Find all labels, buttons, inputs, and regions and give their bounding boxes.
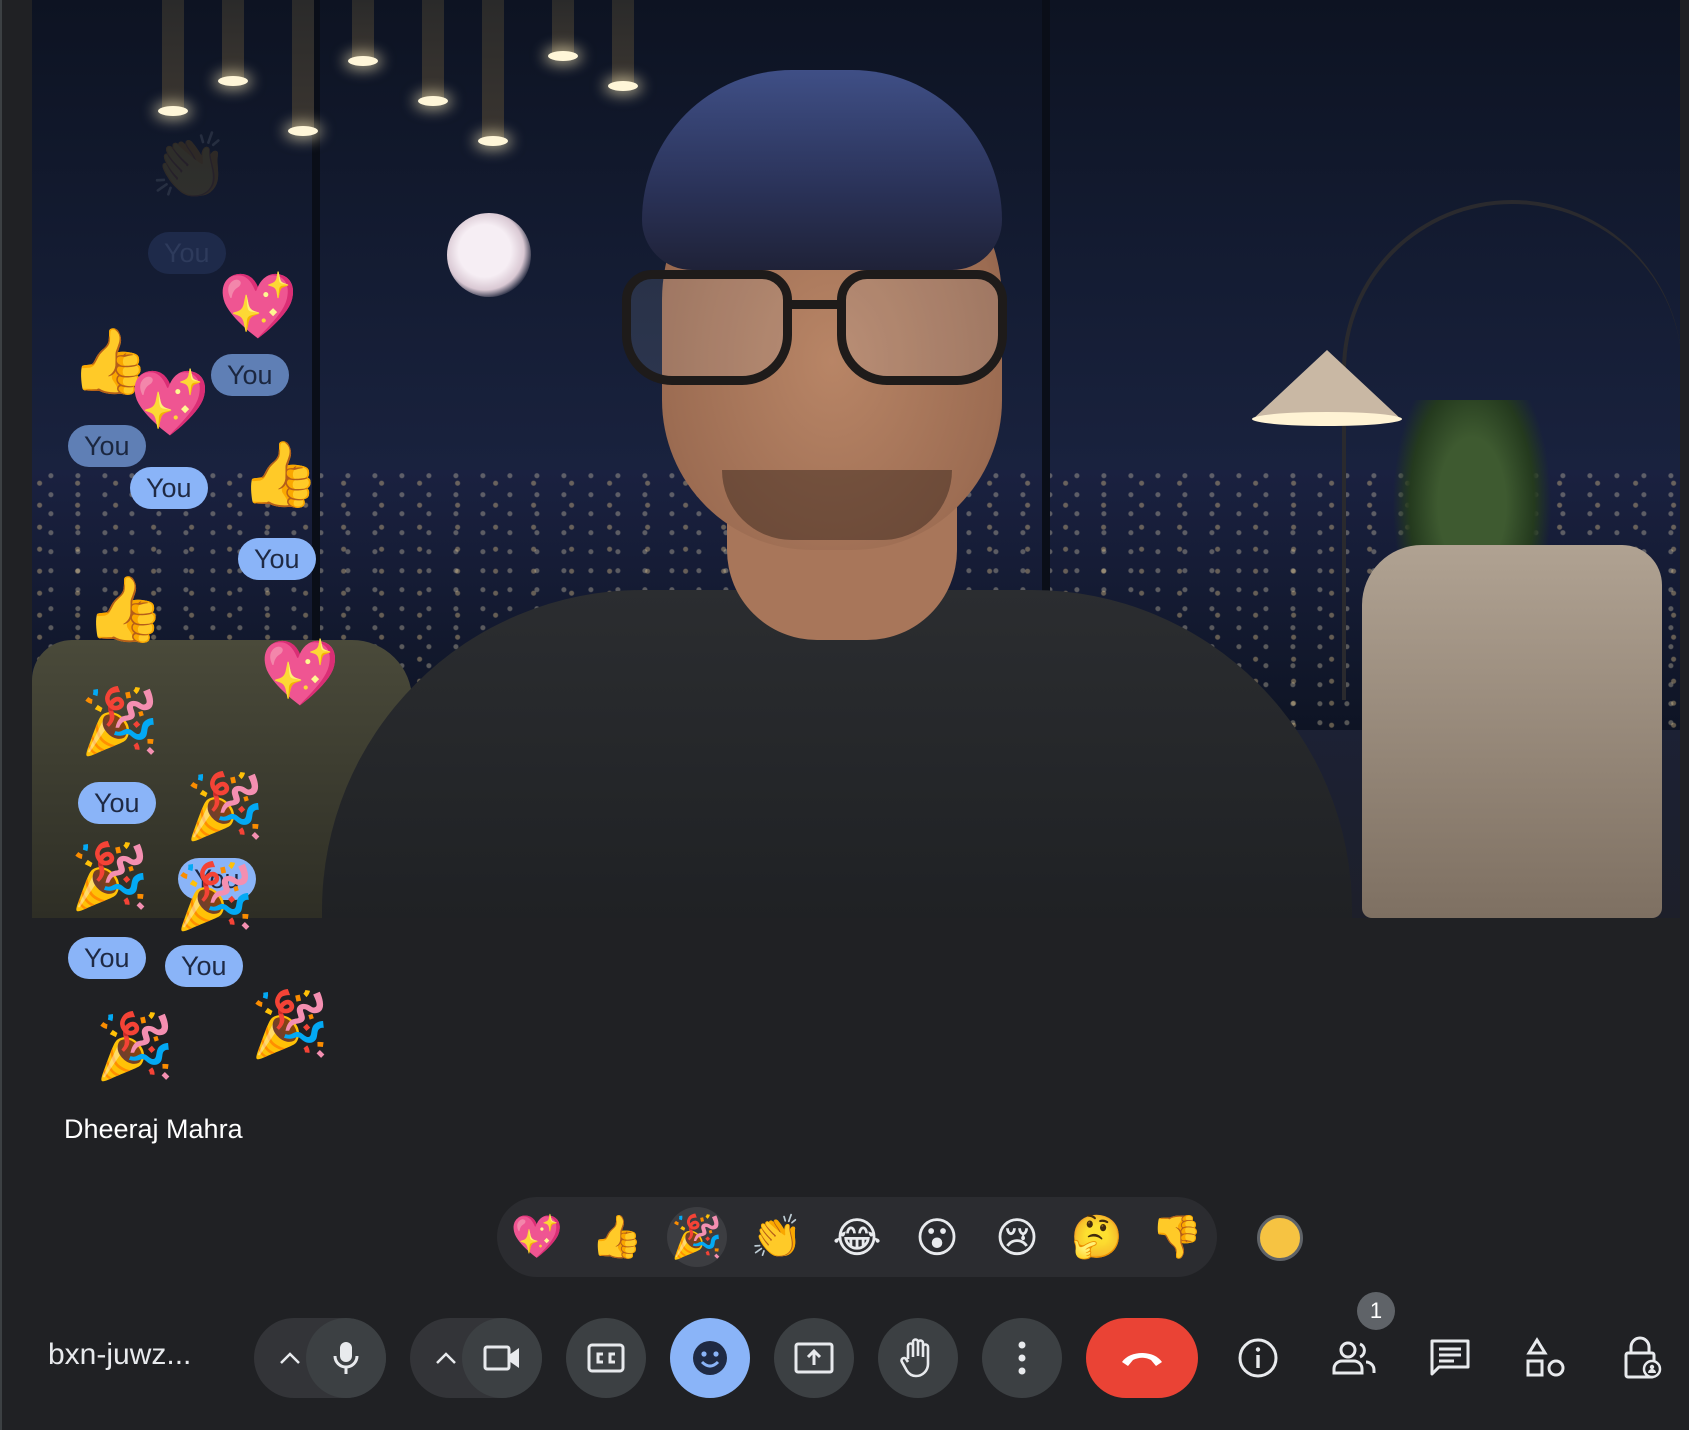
reaction-option-thumbs-up[interactable]: 👍	[587, 1207, 647, 1267]
glasses-lens-right	[837, 270, 1007, 385]
reaction-option-sparkling-heart[interactable]: 💖	[507, 1207, 567, 1267]
people-count-badge: 1	[1357, 1292, 1395, 1330]
meeting-details-button[interactable]	[1218, 1318, 1298, 1398]
window-edge	[0, 0, 2, 1430]
host-controls-button[interactable]	[1602, 1318, 1682, 1398]
reaction-emoji: 👏	[150, 130, 230, 204]
background-armchair	[1362, 545, 1662, 918]
reaction-sender-chip: You	[148, 232, 226, 274]
chat-icon	[1429, 1338, 1471, 1378]
captions-button[interactable]	[566, 1318, 646, 1398]
reaction-emoji: 👍	[85, 573, 165, 647]
reaction-option-party-popper[interactable]: 🎉	[667, 1207, 727, 1267]
microphone-button[interactable]	[306, 1318, 386, 1398]
reaction-option-thinking[interactable]: 🤔	[1067, 1207, 1127, 1267]
reaction-emoji: 🎉	[80, 685, 160, 759]
background-pendant-light	[548, 0, 578, 61]
raise-hand-button[interactable]	[878, 1318, 958, 1398]
leave-call-button[interactable]	[1086, 1318, 1198, 1398]
skin-tone-picker-button[interactable]	[1257, 1215, 1303, 1261]
reactions-button[interactable]	[670, 1318, 750, 1398]
reaction-emoji: 🎉	[175, 860, 255, 934]
participant-person	[322, 70, 1352, 918]
reaction-emoji: 🎉	[185, 770, 265, 844]
reaction-picker: 💖 👍 🎉 👏 😂 😮 😢 🤔 👎	[497, 1197, 1217, 1277]
activities-button[interactable]	[1506, 1318, 1586, 1398]
person-beard	[722, 470, 952, 540]
background-pendant-light	[348, 0, 378, 66]
people-button[interactable]	[1314, 1318, 1394, 1398]
reaction-emoji: 💖	[218, 270, 298, 344]
glasses-lens-left	[622, 270, 792, 385]
reaction-emoji: 🎉	[95, 1010, 175, 1084]
reaction-emoji: 💖	[130, 367, 210, 441]
reaction-option-thumbs-down[interactable]: 👎	[1147, 1207, 1207, 1267]
end-call-icon	[1118, 1347, 1166, 1369]
reaction-sender-chip: You	[165, 945, 243, 987]
reaction-sender-chip: You	[238, 538, 316, 580]
audio-settings-group	[254, 1318, 386, 1398]
people-icon	[1331, 1340, 1377, 1376]
reaction-sender-chip: You	[211, 354, 289, 396]
video-settings-group	[410, 1318, 542, 1398]
reaction-sender-chip: You	[78, 782, 156, 824]
present-icon	[794, 1342, 834, 1374]
chat-button[interactable]	[1410, 1318, 1490, 1398]
activities-icon	[1525, 1337, 1567, 1379]
info-icon	[1237, 1337, 1279, 1379]
emoji-icon	[690, 1338, 730, 1378]
reaction-option-clapping[interactable]: 👏	[747, 1207, 807, 1267]
participant-name-label: Dheeraj Mahra	[64, 1114, 243, 1144]
person-glasses	[622, 270, 1012, 390]
host-controls-icon	[1622, 1336, 1662, 1380]
background-pendant-light	[158, 0, 188, 116]
camera-button[interactable]	[462, 1318, 542, 1398]
present-screen-button[interactable]	[774, 1318, 854, 1398]
raise-hand-icon	[900, 1337, 936, 1379]
meeting-code[interactable]: bxn-juwz...	[48, 1338, 191, 1372]
background-pendant-light	[288, 0, 318, 136]
reaction-sender-chip: You	[130, 467, 208, 509]
reaction-option-laughing[interactable]: 😂	[827, 1207, 887, 1267]
reaction-emoji: 🎉	[250, 988, 330, 1062]
meet-call-window: 👏 You 💖 You 👍 💖 You You 👍 You 👍 💖 🎉 You …	[0, 0, 1689, 1430]
captions-icon	[587, 1343, 625, 1373]
reaction-sender-chip: You	[68, 937, 146, 979]
microphone-icon	[330, 1340, 362, 1376]
reaction-option-surprised[interactable]: 😮	[907, 1207, 967, 1267]
camera-icon	[483, 1344, 521, 1372]
person-hair	[642, 70, 1002, 270]
reaction-emoji: 👍	[240, 438, 320, 512]
reaction-emoji: 💖	[260, 637, 340, 711]
more-options-icon	[1017, 1340, 1027, 1376]
reaction-option-crying[interactable]: 😢	[987, 1207, 1047, 1267]
reaction-emoji: 🎉	[70, 840, 150, 914]
background-pendant-light	[218, 0, 248, 86]
glasses-bridge	[787, 300, 842, 309]
more-options-button[interactable]	[982, 1318, 1062, 1398]
reaction-sender-chip: You	[68, 425, 146, 467]
